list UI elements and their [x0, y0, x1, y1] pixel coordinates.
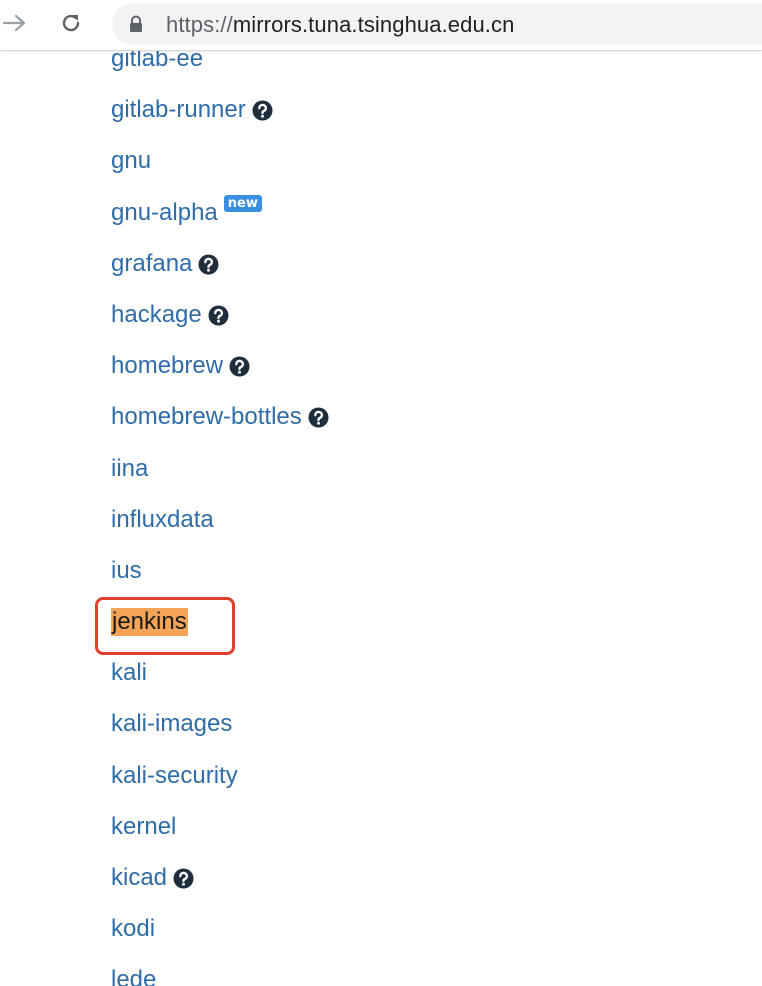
question-circle-icon[interactable] [198, 254, 219, 275]
mirror-list-item: jenkins [111, 596, 329, 647]
mirror-list-item: kernel [111, 801, 329, 852]
lock-icon [130, 15, 142, 32]
mirror-link-influxdata[interactable]: influxdata [111, 494, 214, 545]
page-content: gitlab-ee gitlab-runner gnu gnu-alpha new gra… [0, 0, 762, 986]
browser-toolbar: https://mirrors.tuna.tsinghua.edu.cn [0, 0, 762, 51]
mirror-list-item: iina [111, 443, 329, 494]
new-badge: new [223, 194, 262, 212]
mirror-link-gnu[interactable]: gnu [111, 135, 151, 186]
question-circle-icon[interactable] [308, 407, 329, 428]
mirror-list-item: kali [111, 647, 329, 698]
url-host: mirrors.tuna.tsinghua.edu.cn [232, 12, 515, 37]
mirror-list-item: gitlab-runner [111, 84, 329, 135]
reload-button[interactable] [56, 8, 86, 38]
mirror-list-item: hackage [111, 289, 329, 340]
mirror-link-gnu-alpha[interactable]: gnu-alpha [111, 187, 218, 238]
mirror-link-kodi[interactable]: kodi [111, 903, 155, 954]
mirror-list-item: kali-images [111, 698, 329, 749]
mirror-link-ius[interactable]: ius [111, 545, 142, 596]
url-text[interactable]: https://mirrors.tuna.tsinghua.edu.cn [166, 12, 514, 38]
question-circle-icon[interactable] [173, 868, 194, 889]
mirror-link-hackage[interactable]: hackage [111, 289, 202, 340]
mirror-link-kali-security[interactable]: kali-security [111, 750, 238, 801]
reload-icon [62, 14, 80, 32]
mirror-link-gitlab-runner[interactable]: gitlab-runner [111, 84, 246, 135]
arrow-right-icon [2, 14, 26, 32]
question-circle-icon[interactable] [229, 356, 250, 377]
mirror-list-item: ius [111, 545, 329, 596]
mirror-list-item: kali-security [111, 750, 329, 801]
mirror-link-kali-images[interactable]: kali-images [111, 698, 232, 749]
mirror-list-item: grafana [111, 238, 329, 289]
mirror-link-grafana[interactable]: grafana [111, 238, 192, 289]
mirror-list-item: kodi [111, 903, 329, 954]
mirror-link-iina[interactable]: iina [111, 443, 148, 494]
mirror-list-item: homebrew-bottles [111, 391, 329, 442]
mirror-list: gitlab-ee gitlab-runner gnu gnu-alpha new gra… [111, 33, 329, 986]
question-circle-icon[interactable] [252, 100, 273, 121]
mirror-list-item: gnu-alpha new [111, 187, 329, 238]
address-bar[interactable]: https://mirrors.tuna.tsinghua.edu.cn [112, 3, 762, 45]
url-protocol: https:// [166, 12, 233, 37]
mirror-list-item: gnu [111, 135, 329, 186]
mirror-list-item: lede [111, 954, 329, 986]
question-circle-icon[interactable] [208, 305, 229, 326]
mirror-list-item: influxdata [111, 494, 329, 545]
mirror-link-kicad[interactable]: kicad [111, 852, 167, 903]
mirror-link-kali[interactable]: kali [111, 647, 147, 698]
mirror-list-item: kicad [111, 852, 329, 903]
mirror-link-kernel[interactable]: kernel [111, 801, 176, 852]
mirror-link-homebrew[interactable]: homebrew [111, 340, 223, 391]
mirror-link-jenkins[interactable]: jenkins [111, 607, 188, 636]
forward-button[interactable] [0, 8, 30, 38]
mirror-link-homebrew-bottles[interactable]: homebrew-bottles [111, 391, 302, 442]
mirror-list-item: homebrew [111, 340, 329, 391]
mirror-link-lede[interactable]: lede [111, 954, 156, 986]
